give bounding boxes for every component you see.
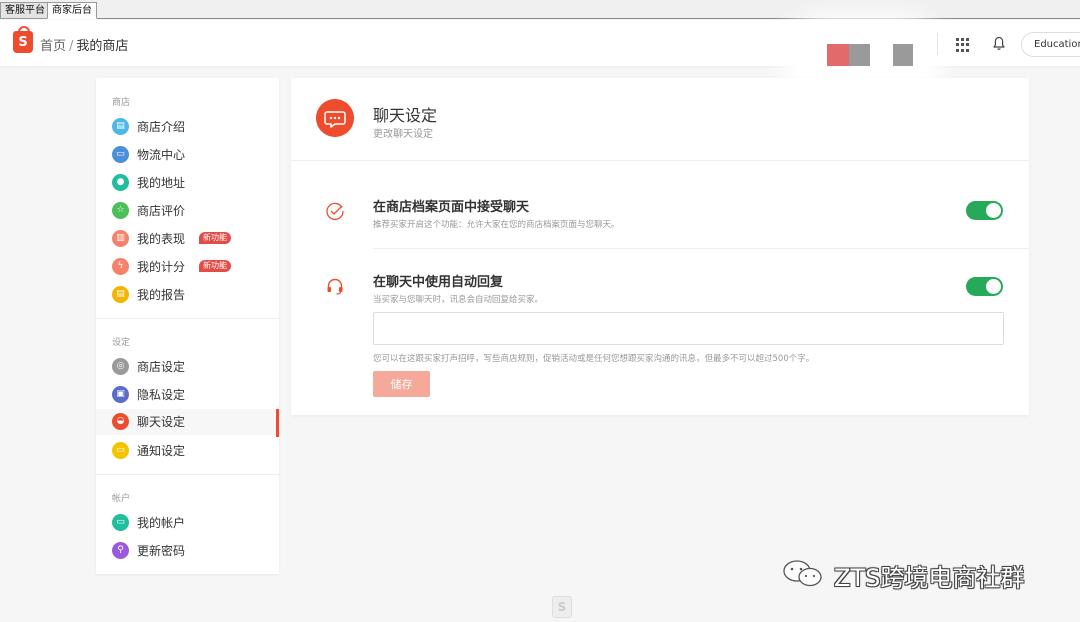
- breadcrumb-current: 我的商店: [76, 39, 129, 54]
- browser-tab-strip: 客服平台 商家后台: [0, 0, 1080, 19]
- shopee-logo[interactable]: S: [13, 26, 33, 53]
- key-icon: ⚲: [112, 542, 129, 559]
- new-feature-badge: 新功能: [199, 232, 231, 244]
- sidebar-section-settings: 设定: [112, 338, 131, 348]
- auto-reply-input[interactable]: [373, 312, 1004, 345]
- sidebar-item-label: 隐私设定: [137, 388, 186, 402]
- watermark-text: ZTS跨境电商社群: [834, 564, 1025, 592]
- chat-icon: ◒: [112, 413, 129, 430]
- sidebar-item-label: 商店设定: [137, 360, 186, 374]
- setting-auto-reply-desc: 当买家与您聊天时，讯息会自动回复给买家。: [373, 295, 544, 305]
- sidebar-item-report[interactable]: ▤ 我的报告: [96, 282, 279, 308]
- accept-chat-toggle[interactable]: [966, 201, 1003, 220]
- breadcrumb-separator: /: [69, 39, 74, 54]
- setting-accept-chat-desc: 推荐买家开启这个功能：允许大家在您的商店档案页面与您聊天。: [373, 220, 620, 230]
- headset-icon: [327, 278, 343, 295]
- location-icon: ●: [112, 174, 129, 191]
- tab-customer-service[interactable]: 客服平台: [0, 2, 50, 19]
- account-menu[interactable]: Education: [1021, 32, 1080, 57]
- sidebar-item-performance[interactable]: ▥ 我的表现 新功能: [96, 226, 279, 252]
- setting-auto-reply-title: 在聊天中使用自动回复: [373, 275, 504, 290]
- breadcrumb-home-link[interactable]: 首页: [40, 39, 66, 54]
- setting-divider: [373, 248, 1029, 249]
- report-icon: ▤: [112, 286, 129, 303]
- chat-settings-panel: 聊天设定 更改聊天设定 在商店档案页面中接受聊天 推荐买家开启这个功能：允许大家…: [291, 78, 1029, 415]
- tab-seller-center[interactable]: 商家后台: [47, 2, 97, 19]
- auto-reply-toggle[interactable]: [966, 277, 1003, 296]
- redacted-block: [849, 44, 870, 66]
- sidebar: 商店 ▤ 商店介绍 ▭ 物流中心 ● 我的地址 ☆ 商店评价 ▥ 我的表现 新功…: [96, 78, 279, 574]
- page-subtitle: 更改聊天设定: [373, 129, 433, 140]
- save-button[interactable]: 储存: [373, 371, 430, 397]
- page-title: 聊天设定: [373, 106, 438, 125]
- breadcrumb: 首页 / 我的商店: [40, 35, 128, 54]
- truck-icon: ▭: [112, 146, 129, 163]
- sidebar-item-label: 聊天设定: [137, 415, 186, 429]
- sidebar-item-chat-settings[interactable]: ◒ 聊天设定: [96, 409, 279, 437]
- lock-icon: ▣: [112, 386, 129, 403]
- sidebar-item-notifications[interactable]: ▭ 通知设定: [96, 438, 279, 464]
- sidebar-item-my-account[interactable]: ▭ 我的帐户: [96, 510, 279, 536]
- sidebar-item-shop-settings[interactable]: ◎ 商店设定: [96, 354, 279, 380]
- sidebar-item-label: 商店评价: [137, 204, 186, 218]
- sidebar-item-label: 更新密码: [137, 544, 186, 558]
- panel-divider: [291, 160, 1029, 161]
- sidebar-divider: [96, 474, 279, 475]
- sidebar-item-reviews[interactable]: ☆ 商店评价: [96, 198, 279, 224]
- chat-bubble-icon: [316, 99, 354, 137]
- wechat-icon: [783, 560, 822, 587]
- check-circle-icon: [326, 202, 344, 220]
- account-icon: ▭: [112, 514, 129, 531]
- sidebar-item-label: 通知设定: [137, 444, 186, 458]
- new-feature-badge: 新功能: [199, 260, 231, 272]
- sidebar-item-label: 物流中心: [137, 148, 186, 162]
- sidebar-item-label: 我的地址: [137, 176, 186, 190]
- sidebar-item-label: 我的表现: [137, 232, 186, 246]
- sidebar-item-label: 我的计分: [137, 260, 186, 274]
- redacted-block: [827, 44, 849, 66]
- shop-settings-icon: ◎: [112, 358, 129, 375]
- sidebar-item-label: 我的报告: [137, 288, 186, 302]
- sidebar-item-label: 商店介绍: [137, 120, 186, 134]
- sidebar-item-shop-intro[interactable]: ▤ 商店介绍: [96, 114, 279, 140]
- performance-icon: ▥: [112, 230, 129, 247]
- sidebar-item-address[interactable]: ● 我的地址: [96, 170, 279, 196]
- top-header: S 首页 / 我的商店 Education: [0, 20, 1080, 90]
- lightning-icon: ϟ: [112, 258, 129, 275]
- sidebar-divider: [96, 318, 279, 319]
- header-divider: [937, 33, 938, 55]
- setting-accept-chat-title: 在商店档案页面中接受聊天: [373, 200, 530, 215]
- sidebar-item-logistics[interactable]: ▭ 物流中心: [96, 142, 279, 168]
- notification-icon: ▭: [112, 442, 129, 459]
- sidebar-item-change-password[interactable]: ⚲ 更新密码: [96, 538, 279, 564]
- sidebar-item-label: 我的帐户: [137, 516, 186, 530]
- footer-shopee-logo: S: [552, 596, 572, 618]
- shop-intro-icon: ▤: [112, 118, 129, 135]
- star-icon: ☆: [112, 202, 129, 219]
- redacted-block: [893, 44, 913, 66]
- auto-reply-hint: 您可以在这跟买家打声招呼，写些商店规则，促销活动或是任何您想跟买家沟通的讯息，但…: [373, 354, 815, 364]
- sidebar-item-score[interactable]: ϟ 我的计分 新功能: [96, 254, 279, 280]
- apps-grid-icon[interactable]: [956, 38, 970, 52]
- sidebar-item-privacy[interactable]: ▣ 隐私设定: [96, 382, 279, 408]
- bell-icon[interactable]: [993, 36, 1005, 51]
- sidebar-section-shop: 商店: [112, 98, 131, 108]
- sidebar-section-account: 帐户: [112, 494, 131, 504]
